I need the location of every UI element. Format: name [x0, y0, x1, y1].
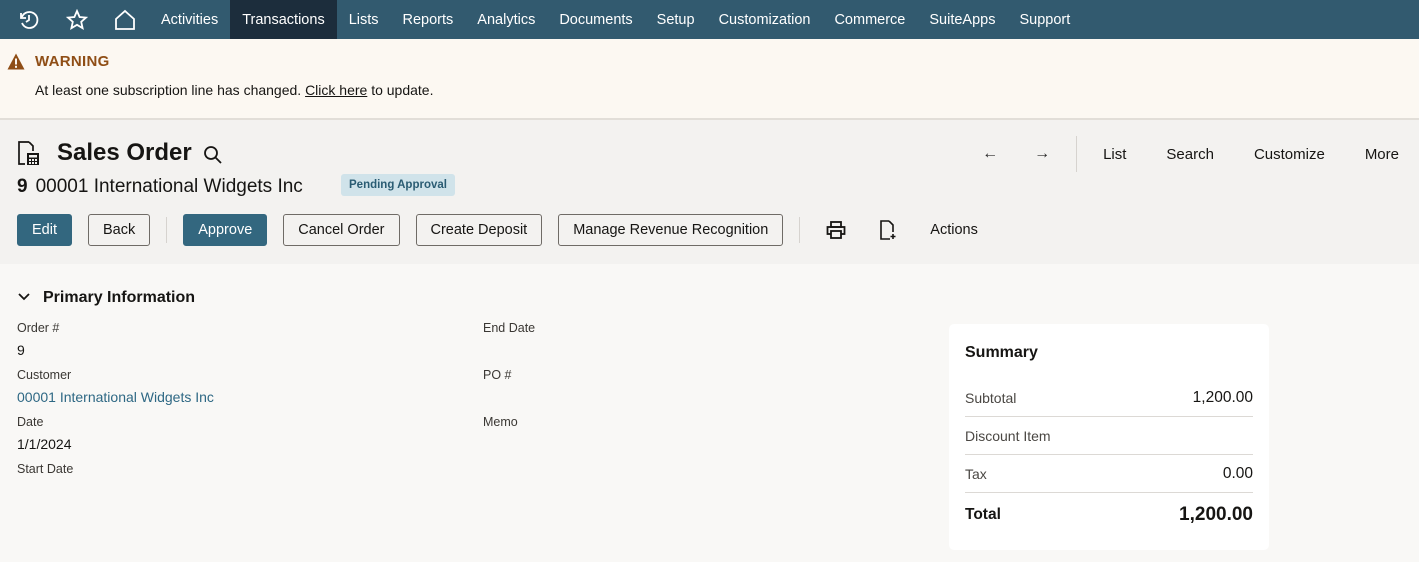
divider — [799, 217, 801, 243]
summary-label: Subtotal — [965, 389, 1017, 406]
order-number-label: Order # — [17, 321, 60, 335]
edit-button[interactable]: Edit — [17, 214, 72, 246]
approve-button[interactable]: Approve — [183, 214, 268, 246]
actions-menu[interactable]: Actions — [920, 222, 988, 238]
page-title: Sales Order — [57, 139, 192, 166]
update-link[interactable]: Click here — [305, 82, 367, 98]
summary-label: Discount Item — [965, 427, 1051, 444]
cancel-order-button[interactable]: Cancel Order — [283, 214, 400, 246]
record-number: 9 — [17, 176, 28, 197]
nav-analytics[interactable]: Analytics — [465, 0, 547, 39]
summary-value: 1,200.00 — [1179, 504, 1253, 525]
sales-order-record-icon — [17, 141, 41, 172]
print-icon[interactable] — [816, 214, 856, 246]
start-date-label: Start Date — [17, 462, 74, 476]
chevron-down-icon — [17, 289, 31, 307]
nav-lists[interactable]: Lists — [337, 0, 391, 39]
nav-commerce[interactable]: Commerce — [822, 0, 917, 39]
primary-information-section-toggle[interactable]: Primary Information — [17, 289, 195, 307]
search-icon[interactable] — [203, 145, 223, 170]
summary-label: Total — [965, 506, 1001, 523]
warning-message: At least one subscription line has chang… — [35, 82, 433, 98]
po-number-label: PO # — [483, 368, 512, 382]
warning-title: WARNING — [35, 53, 110, 70]
back-button[interactable]: Back — [88, 214, 151, 246]
manage-revenue-recognition-button[interactable]: Manage Revenue Recognition — [558, 214, 784, 246]
record-customer-name: 00001 International Widgets Inc — [35, 176, 303, 197]
warning-banner: WARNING At least one subscription line h… — [0, 39, 1419, 120]
nav-transactions[interactable]: Transactions — [230, 0, 337, 39]
summary-label: Tax — [965, 465, 987, 482]
divider — [166, 217, 168, 243]
history-icon[interactable] — [5, 0, 53, 39]
nav-activities[interactable]: Activities — [149, 0, 230, 39]
next-record-button[interactable]: → — [1016, 136, 1068, 172]
record-name: 9 00001 International Widgets Inc — [17, 176, 303, 198]
divider — [1076, 136, 1078, 172]
customize-link[interactable]: Customize — [1234, 146, 1345, 163]
new-document-icon[interactable] — [868, 214, 908, 246]
date-value: 1/1/2024 — [17, 436, 72, 452]
home-icon[interactable] — [101, 0, 149, 39]
search-link[interactable]: Search — [1146, 146, 1234, 163]
header-toolbar: ← → List Search Customize More — [964, 136, 1419, 172]
nav-support[interactable]: Support — [1007, 0, 1082, 39]
warning-text: At least one subscription line has chang… — [35, 82, 302, 98]
warning-triangle-icon — [7, 53, 25, 75]
record-header: Sales Order 9 00001 International Widgets… — [0, 120, 1419, 264]
memo-label: Memo — [483, 415, 518, 429]
nav-documents[interactable]: Documents — [547, 0, 644, 39]
create-deposit-button[interactable]: Create Deposit — [415, 214, 543, 246]
summary-row-subtotal: Subtotal 1,200.00 — [965, 379, 1253, 417]
customer-label: Customer — [17, 368, 72, 382]
favorites-star-icon[interactable] — [53, 0, 101, 39]
summary-row-discount: Discount Item — [965, 417, 1253, 455]
nav-suiteapps[interactable]: SuiteApps — [917, 0, 1007, 39]
end-date-label: End Date — [483, 321, 536, 335]
customer-link[interactable]: 00001 International Widgets Inc — [17, 389, 214, 405]
summary-title: Summary — [965, 344, 1038, 361]
previous-record-button[interactable]: ← — [964, 136, 1016, 172]
list-link[interactable]: List — [1083, 146, 1146, 163]
summary-value: 1,200.00 — [1192, 388, 1253, 406]
status-badge: Pending Approval — [341, 174, 455, 196]
date-label: Date — [17, 415, 44, 429]
nav-reports[interactable]: Reports — [391, 0, 466, 39]
nav-customization[interactable]: Customization — [707, 0, 823, 39]
summary-panel: Summary Subtotal 1,200.00 Discount Item … — [949, 324, 1269, 550]
action-button-bar: Edit Back Approve Cancel Order Create De… — [17, 214, 988, 246]
top-nav-bar: Activities Transactions Lists Reports An… — [0, 0, 1419, 39]
warning-text-suffix: to update. — [371, 82, 434, 98]
order-number-value: 9 — [17, 342, 25, 358]
summary-row-total: Total 1,200.00 — [965, 496, 1253, 534]
nav-setup[interactable]: Setup — [645, 0, 707, 39]
summary-row-tax: Tax 0.00 — [965, 455, 1253, 493]
section-title: Primary Information — [43, 289, 196, 306]
summary-value: 0.00 — [1222, 464, 1253, 482]
more-link[interactable]: More — [1345, 146, 1419, 163]
